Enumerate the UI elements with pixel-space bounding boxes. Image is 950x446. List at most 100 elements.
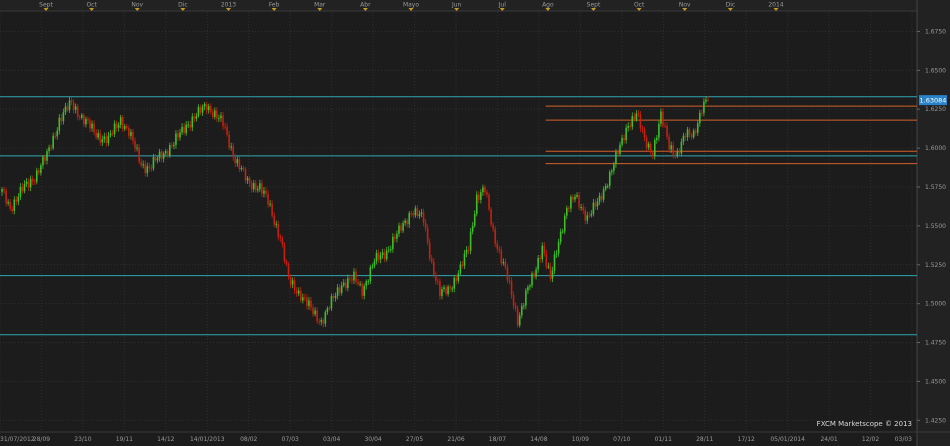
candle-body — [66, 106, 69, 111]
candle-body — [506, 267, 509, 281]
month-marker-label: Jun — [451, 2, 462, 9]
candle-body — [465, 249, 468, 254]
candle-body — [508, 280, 511, 282]
candle-body — [240, 167, 243, 170]
candle-body — [664, 125, 666, 127]
month-marker-label: Oct — [634, 2, 645, 9]
candle-body — [70, 100, 73, 103]
candle-body — [31, 178, 34, 182]
month-marker-label: Mayo — [403, 2, 419, 9]
candle-body — [690, 134, 693, 138]
candle-body — [520, 305, 523, 316]
candle-body — [216, 110, 218, 119]
date-tick-label: 12/02 — [862, 436, 879, 443]
candle-body — [40, 165, 42, 173]
candle-body — [639, 114, 642, 129]
candle-body — [25, 181, 28, 185]
candle-body — [5, 190, 7, 204]
candle-body — [682, 135, 685, 142]
candle-body — [604, 185, 607, 190]
date-tick-label: 28/09 — [33, 436, 50, 443]
candle-body — [637, 113, 640, 115]
candle-body — [267, 193, 269, 205]
candle-body — [588, 215, 591, 217]
candle-body — [334, 295, 337, 299]
candle-body — [443, 287, 445, 290]
candle-body — [545, 253, 548, 267]
candle-body — [324, 312, 327, 324]
candle-body — [56, 130, 59, 137]
candle-body — [559, 231, 562, 243]
candle-body — [678, 151, 681, 154]
candle-body — [469, 231, 472, 251]
current-price-label: 1.63084 — [920, 96, 947, 104]
candle-body — [138, 147, 140, 162]
candle-body — [187, 124, 190, 126]
candle-body — [574, 196, 576, 200]
candle-body — [306, 297, 308, 306]
candle-body — [598, 195, 601, 202]
candle-body — [164, 151, 167, 154]
candle-body — [162, 153, 165, 159]
candle-body — [76, 106, 79, 117]
candle-body — [21, 186, 24, 192]
candle-body — [453, 277, 456, 289]
candle-body — [68, 100, 71, 111]
candle-body — [510, 280, 513, 296]
candle-body — [674, 154, 677, 156]
candle-body — [62, 112, 65, 122]
candle-body — [222, 115, 224, 127]
candle-body — [361, 283, 363, 296]
candle-body — [676, 151, 679, 156]
month-marker-label: Ago — [542, 2, 554, 9]
candle-body — [502, 261, 505, 264]
candle-body — [410, 213, 413, 215]
candle-body — [322, 320, 325, 324]
candle-body — [340, 285, 343, 293]
chart-svg[interactable]: 1.6750 1.6500 1.6250 1.6000 1.5750 1.5500 1.52… — [0, 0, 950, 446]
candle-body — [302, 297, 304, 301]
candle-body — [242, 167, 245, 169]
candle-body — [359, 283, 361, 285]
candle-body — [377, 252, 380, 260]
candle-body — [557, 242, 560, 254]
candle-body — [78, 116, 81, 118]
candle-body — [496, 243, 499, 249]
candle-body — [473, 213, 476, 226]
candle-body — [238, 159, 241, 170]
candle-body — [643, 129, 646, 138]
candle-body — [250, 183, 253, 190]
candle-body — [402, 223, 404, 231]
candle-body — [72, 102, 75, 110]
candle-body — [686, 129, 689, 138]
candle-body — [547, 266, 550, 268]
candle-body — [435, 274, 437, 281]
candle-body — [656, 137, 658, 141]
candle-body — [439, 281, 441, 296]
candle-body — [308, 300, 310, 306]
date-tick-label: 03/04 — [323, 436, 340, 443]
candle-body — [518, 315, 521, 326]
candle-body — [615, 151, 617, 165]
candle-body — [672, 145, 675, 155]
candle-body — [277, 223, 280, 237]
candle-body — [504, 261, 507, 268]
price-tick-label: 1.5500 — [925, 223, 946, 230]
candle-body — [484, 187, 486, 192]
candle-body — [653, 140, 656, 157]
candle-body — [696, 123, 699, 133]
price-tick-label: 1.4750 — [925, 340, 946, 347]
candle-body — [475, 194, 478, 214]
candle-body — [449, 286, 451, 289]
candle-body — [621, 137, 623, 145]
fx-price-chart[interactable]: 1.6750 1.6500 1.6250 1.6000 1.5750 1.5500 1.52… — [0, 0, 950, 446]
candle-body — [29, 178, 32, 188]
price-tick-label: 1.5250 — [925, 262, 946, 269]
candle-body — [312, 307, 314, 315]
candle-body — [259, 183, 261, 190]
candle-body — [205, 103, 208, 111]
candle-body — [688, 129, 691, 135]
candle-body — [271, 203, 273, 216]
price-tick-label: 1.6750 — [925, 28, 946, 35]
candle-body — [432, 261, 435, 275]
